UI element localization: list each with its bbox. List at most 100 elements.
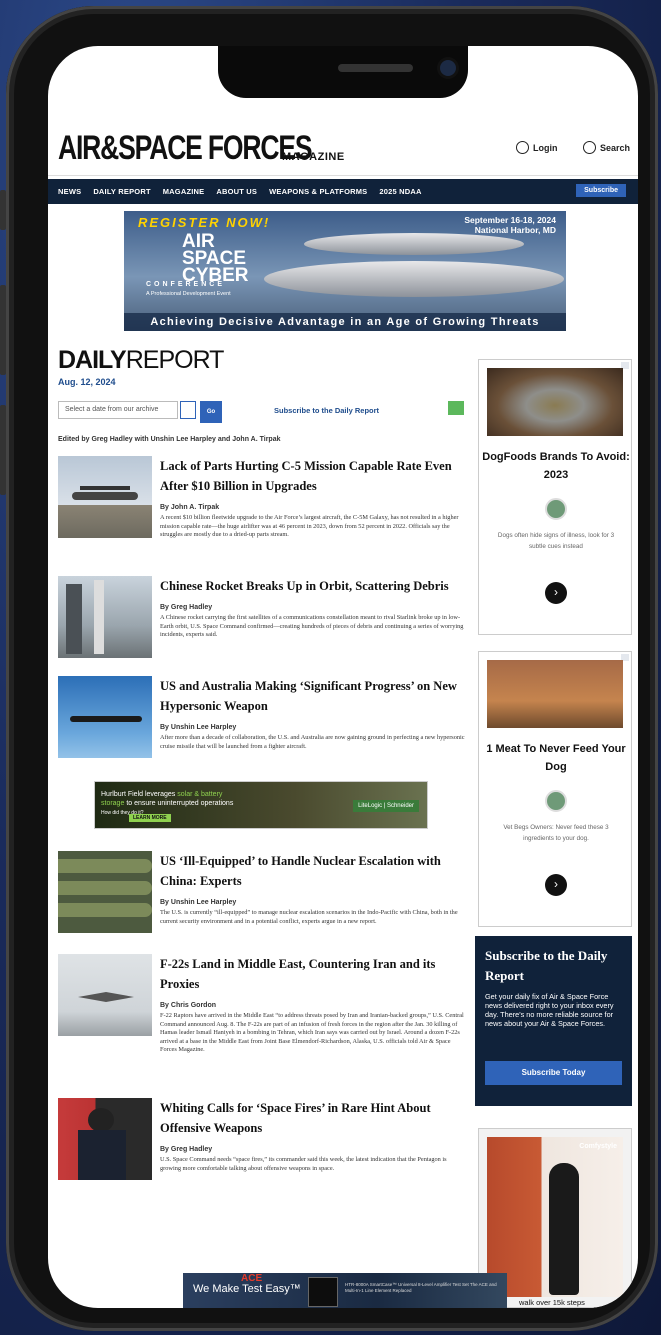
side-ad[interactable]: DogFoods Brands To Avoid: 2023 Dogs ofte… (478, 359, 632, 635)
article-thumbnail[interactable] (58, 456, 152, 538)
inline-ad-text-green: solar & battery (177, 791, 223, 798)
banner-location-line: National Harbor, MD (474, 225, 556, 235)
article-thumbnail[interactable] (58, 676, 152, 758)
subscribe-heading: Subscribe to the Daily Report (485, 948, 608, 983)
article-summary: U.S. Space Command needs “space fires,” … (160, 1156, 447, 1172)
avatar (545, 498, 567, 520)
page-title-bold: DAILY (58, 346, 127, 374)
article-byline[interactable]: By Unshin Lee Harpley (160, 899, 236, 906)
banner-date-line: September 16-18, 2024 (464, 215, 556, 225)
article-item: US and Australia Making ‘Significant Pro… (58, 676, 468, 766)
article-summary: A recent $10 billion fleetwide upgrade t… (160, 514, 459, 539)
article-thumbnail[interactable] (58, 851, 152, 933)
article-thumbnail[interactable] (58, 954, 152, 1036)
nav-item-daily-report[interactable]: DAILY REPORT (93, 187, 150, 196)
avatar (545, 790, 567, 812)
nav-item-weapons-platforms[interactable]: WEAPONS & PLATFORMS (269, 187, 367, 196)
side-ad-title[interactable]: 1 Meat To Never Feed Your Dog (479, 740, 633, 776)
banner-logo: AIR SPACE CYBER (182, 232, 249, 285)
banner-conference: CONFERENCE (146, 281, 226, 288)
subscribe-daily-link[interactable]: Subscribe to the Daily Report (274, 406, 379, 415)
inline-ad-text-green: storage (101, 800, 125, 807)
banner-ad[interactable]: REGISTER NOW! September 16-18, 2024 Nati… (124, 211, 566, 331)
main-nav: NEWS DAILY REPORT MAGAZINE ABOUT US WEAP… (48, 179, 638, 204)
aircraft-image (264, 261, 564, 297)
article-title[interactable]: F-22s Land in Middle East, Countering Ir… (160, 954, 460, 994)
inline-ad-text-part: to ensure uninterrupted operations (126, 800, 234, 807)
site-header: AIR&SPACE FORCES MAGAZINE Login Search (48, 121, 638, 176)
article-title[interactable]: Chinese Rocket Breaks Up in Orbit, Scatt… (160, 576, 460, 596)
phone-frame: AIR&SPACE FORCES MAGAZINE Login Search N… (6, 6, 658, 1331)
inline-ad-text-part: Hurlburt Field leverages (101, 791, 176, 798)
device-image (308, 1277, 338, 1307)
side-ad-subtitle: Vet Begs Owners: Never feed these 3 ingr… (503, 824, 609, 842)
article-item: F-22s Land in Middle East, Countering Ir… (58, 954, 468, 1084)
site-logo[interactable]: AIR&SPACE FORCES (58, 129, 313, 168)
fashion-ad-caption: walk over 15k steps (519, 1298, 585, 1307)
chevron-right-icon[interactable]: › (545, 582, 567, 604)
subscribe-box: Subscribe to the Daily Report Get your d… (475, 936, 632, 1106)
inline-ad-button[interactable]: LEARN MORE (129, 814, 171, 822)
article-title[interactable]: US ‘Ill-Equipped’ to Handle Nuclear Esca… (160, 851, 460, 891)
search-button[interactable]: Search (583, 141, 630, 154)
calendar-icon[interactable] (180, 401, 196, 419)
speaker (338, 64, 413, 72)
bottom-ad-text: We Make Test Easy™ (193, 1283, 301, 1295)
report-date: Aug. 12, 2024 (58, 377, 116, 387)
article-byline[interactable]: By Greg Hadley (160, 1146, 212, 1153)
ad-image (487, 660, 623, 728)
front-camera (440, 60, 456, 76)
ad-image (487, 1137, 623, 1297)
subscribe-text: Get your daily fix of Air & Space Force … (485, 992, 614, 1028)
article-byline[interactable]: By Greg Hadley (160, 604, 212, 611)
article-item: Whiting Calls for ‘Space Fires’ in Rare … (58, 1098, 468, 1188)
ad-image (487, 368, 623, 436)
article-title[interactable]: Whiting Calls for ‘Space Fires’ in Rare … (160, 1098, 460, 1138)
banner-register: REGISTER NOW! (138, 215, 271, 230)
side-ad[interactable]: 1 Meat To Never Feed Your Dog Vet Begs O… (478, 651, 632, 927)
article-byline[interactable]: By John A. Tirpak (160, 504, 219, 511)
login-label: Login (533, 142, 558, 153)
article-byline[interactable]: By Unshin Lee Harpley (160, 724, 236, 731)
article-thumbnail[interactable] (58, 576, 152, 658)
article-summary: The U.S. is currently “ill-equipped” to … (160, 909, 458, 925)
nav-item-news[interactable]: NEWS (58, 187, 81, 196)
article-summary: F-22 Raptors have arrived in the Middle … (160, 1012, 464, 1054)
subscribe-today-button[interactable]: Subscribe Today (485, 1061, 622, 1085)
archive-date-input[interactable]: Select a date from our archive (58, 401, 178, 419)
nav-item-about-us[interactable]: ABOUT US (216, 187, 257, 196)
search-icon (583, 141, 596, 154)
article-summary: A Chinese rocket carrying the first sate… (160, 614, 464, 639)
side-ad-title[interactable]: DogFoods Brands To Avoid: 2023 (479, 448, 633, 484)
article-title[interactable]: Lack of Parts Hurting C-5 Mission Capabl… (160, 456, 460, 496)
share-icon[interactable] (448, 401, 464, 415)
fashion-ad-brand: Comfystyle (579, 1143, 617, 1150)
page-title: DAILYREPORT (58, 346, 468, 375)
nav-item-ndaa[interactable]: 2025 NDAA (379, 187, 421, 196)
login-button[interactable]: Login (516, 141, 558, 154)
bottom-ad[interactable]: ACE We Make Test Easy™ HTR-8000A SmartCa… (183, 1273, 507, 1308)
site-logo-sub: MAGAZINE (282, 151, 345, 163)
bottom-ad-small: HTR-8000A SmartCase™ Universal 8-Level A… (345, 1282, 497, 1293)
inline-ad-logo: LiteLogic | Schneider (353, 800, 419, 812)
side-ad-subtitle: Dogs often hide signs of illness, look f… (497, 532, 615, 550)
search-label: Search (600, 142, 631, 153)
article-summary: After more than a decade of collaboratio… (160, 734, 465, 750)
article-item: US ‘Ill-Equipped’ to Handle Nuclear Esca… (58, 851, 468, 951)
phone-screen: AIR&SPACE FORCES MAGAZINE Login Search N… (48, 46, 638, 1308)
banner-prof: A Professional Development Event (146, 291, 231, 297)
aircraft-image (304, 233, 524, 255)
banner-tagline: Achieving Decisive Advantage in an Age o… (124, 313, 566, 331)
banner-dates: September 16-18, 2024 National Harbor, M… (464, 215, 556, 235)
nav-subscribe-button[interactable]: Subscribe (576, 184, 626, 197)
inline-ad[interactable]: Hurlburt Field leverages solar & battery… (94, 781, 428, 829)
article-item: Chinese Rocket Breaks Up in Orbit, Scatt… (58, 576, 468, 666)
editors-line: Edited by Greg Hadley with Unshin Lee Ha… (58, 436, 281, 443)
chevron-right-icon[interactable]: › (545, 874, 567, 896)
article-byline[interactable]: By Chris Gordon (160, 1002, 216, 1009)
article-item: Lack of Parts Hurting C-5 Mission Capabl… (58, 456, 468, 566)
go-button[interactable]: Go (200, 401, 222, 423)
article-thumbnail[interactable] (58, 1098, 152, 1180)
article-title[interactable]: US and Australia Making ‘Significant Pro… (160, 676, 460, 716)
nav-item-magazine[interactable]: MAGAZINE (163, 187, 205, 196)
